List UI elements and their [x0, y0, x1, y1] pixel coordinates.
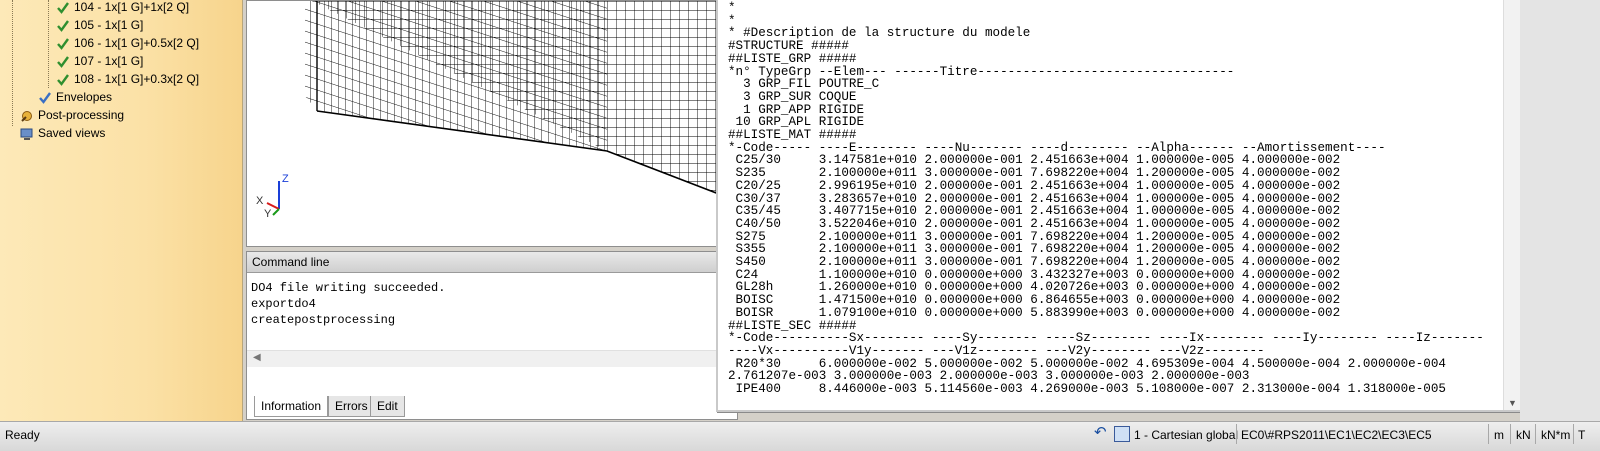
saved-views-icon	[20, 128, 33, 140]
command-output-line: exportdo4	[251, 297, 316, 311]
command-output[interactable]: DO4 file writing succeeded. exportdo4 cr…	[251, 280, 445, 328]
tree-item-envelopes[interactable]: Envelopes	[38, 88, 112, 106]
tree-item-saved-views[interactable]: Saved views	[20, 124, 105, 142]
axis-triad: Z X Y	[253, 171, 293, 221]
check-icon	[57, 2, 69, 14]
tree-item-load-case[interactable]: 105 - 1x[1 G]	[56, 16, 143, 34]
unit-temperature[interactable]: T	[1578, 427, 1585, 443]
axis-y-label: Y	[264, 208, 272, 220]
scroll-left-icon[interactable]: ◀	[253, 352, 261, 363]
scroll-down-icon[interactable]: ▼	[1508, 398, 1517, 408]
horizontal-scrollbar[interactable]: ◀	[247, 350, 737, 367]
file-content: * * * #Description de la structure du mo…	[728, 1, 1484, 397]
command-line-panel: Command line DO4 file writing succeeded.…	[246, 251, 738, 420]
coordinate-system-label[interactable]: 1 - Cartesian global	[1134, 427, 1238, 443]
check-icon	[57, 74, 69, 86]
tree-item-label: Envelopes	[56, 90, 113, 104]
tab-information[interactable]: Information	[254, 396, 329, 417]
check-icon	[57, 56, 69, 68]
unit-force[interactable]: kN	[1516, 427, 1531, 443]
command-line-title: Command line	[247, 252, 737, 273]
right-panel	[1520, 0, 1600, 427]
design-codes-label[interactable]: EC0\#RPS2011\EC1\EC2\EC3\EC5	[1241, 427, 1432, 443]
unit-length[interactable]: m	[1494, 427, 1504, 443]
tree-item-post-processing[interactable]: Post-processing	[20, 106, 124, 124]
check-icon	[57, 20, 69, 32]
mesh-model	[305, 1, 737, 202]
status-bar: Ready ↶ 1 - Cartesian global EC0\#RPS201…	[0, 421, 1600, 451]
coordinate-system-icon[interactable]	[1114, 426, 1130, 442]
vertical-scrollbar[interactable]: ▼	[1503, 0, 1520, 410]
undo-icon[interactable]: ↶	[1094, 425, 1107, 441]
tree-item-label: 108 - 1x[1 G]+0.3x[2 Q]	[74, 72, 200, 86]
text-file-window[interactable]: * * * #Description de la structure du mo…	[716, 0, 1522, 412]
axis-x-label: X	[256, 195, 264, 207]
status-ready: Ready	[5, 428, 40, 442]
tree-item-label: 107 - 1x[1 G]	[74, 54, 144, 68]
tree-item-label: 105 - 1x[1 G]	[74, 18, 144, 32]
tree-item-load-case[interactable]: 107 - 1x[1 G]	[56, 52, 143, 70]
tree-item-label: 106 - 1x[1 G]+0.5x[2 Q]	[74, 36, 200, 50]
tree-item-label: Saved views	[38, 126, 106, 140]
tree-item-load-case[interactable]: 104 - 1x[1 G]+1x[2 Q]	[56, 0, 189, 16]
command-output-line: createpostprocessing	[251, 313, 396, 327]
tab-errors[interactable]: Errors	[328, 396, 375, 417]
tree-item-load-case[interactable]: 106 - 1x[1 G]+0.5x[2 Q]	[56, 34, 199, 52]
tree-item-load-case[interactable]: 108 - 1x[1 G]+0.3x[2 Q]	[56, 70, 199, 88]
post-processing-icon	[21, 110, 32, 122]
3d-viewport[interactable]: Z X Y	[246, 0, 738, 247]
tree-item-label: 104 - 1x[1 G]+1x[2 Q]	[74, 0, 190, 14]
axis-z-label: Z	[282, 173, 289, 185]
tree-item-label: Post-processing	[38, 108, 125, 122]
unit-moment[interactable]: kN*m	[1541, 427, 1570, 443]
command-output-line: DO4 file writing succeeded.	[251, 281, 446, 295]
tab-edit[interactable]: Edit	[370, 396, 405, 417]
check-icon	[39, 92, 51, 104]
check-icon	[57, 38, 69, 50]
project-tree: 104 - 1x[1 G]+1x[2 Q] 105 - 1x[1 G] 106 …	[0, 0, 243, 427]
